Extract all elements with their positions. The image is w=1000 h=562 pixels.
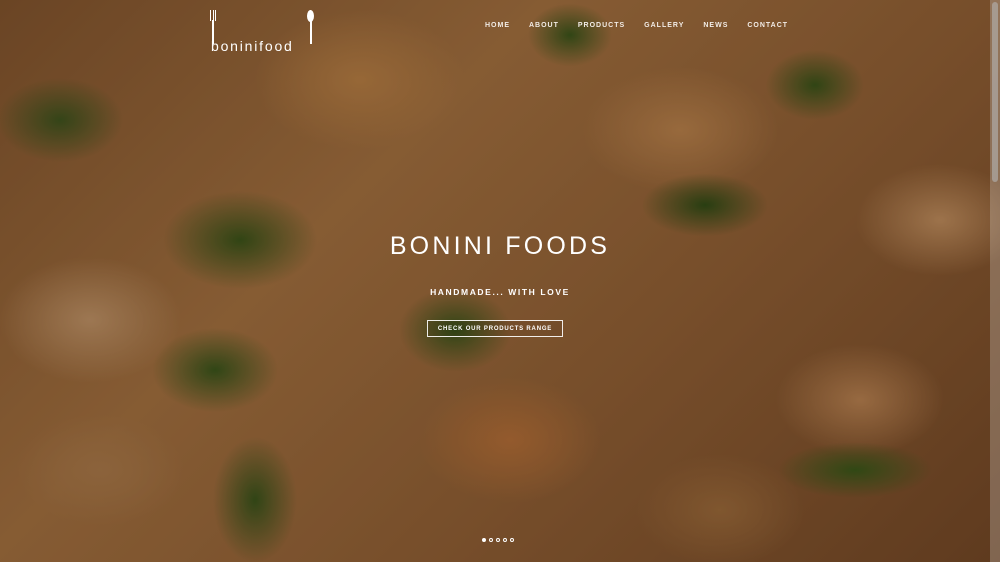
site-logo[interactable]: boninifood	[210, 10, 320, 54]
slider-pagination	[482, 538, 514, 542]
slide-dot[interactable]	[482, 538, 486, 542]
nav-home[interactable]: HOME	[485, 22, 510, 29]
nav-about[interactable]: ABOUT	[529, 22, 559, 29]
nav-products[interactable]: PRODUCTS	[578, 22, 625, 29]
scrollbar-thumb[interactable]	[992, 2, 998, 182]
hero-title: BONINI FOODS	[389, 232, 611, 260]
spoon-icon	[307, 10, 315, 44]
nav-contact[interactable]: CONTACT	[747, 22, 788, 29]
slide-dot[interactable]	[489, 538, 493, 542]
main-navigation: HOME ABOUT PRODUCTS GALLERY NEWS CONTACT	[485, 22, 807, 29]
page-scrollbar[interactable]	[990, 0, 1000, 562]
hero-subtitle: HANDMADE... WITH LOVE	[430, 287, 570, 297]
check-products-button[interactable]: CHECK OUR PRODUCTS RANGE	[427, 320, 563, 337]
hero-slider: boninifood HOME ABOUT PRODUCTS GALLERY N…	[0, 0, 1000, 562]
slide-dot[interactable]	[510, 538, 514, 542]
slide-dot[interactable]	[496, 538, 500, 542]
logo-text: boninifood	[211, 38, 294, 54]
hero-overlay	[0, 0, 1000, 562]
slide-dot[interactable]	[503, 538, 507, 542]
nav-news[interactable]: NEWS	[703, 22, 728, 29]
nav-gallery[interactable]: GALLERY	[644, 22, 684, 29]
